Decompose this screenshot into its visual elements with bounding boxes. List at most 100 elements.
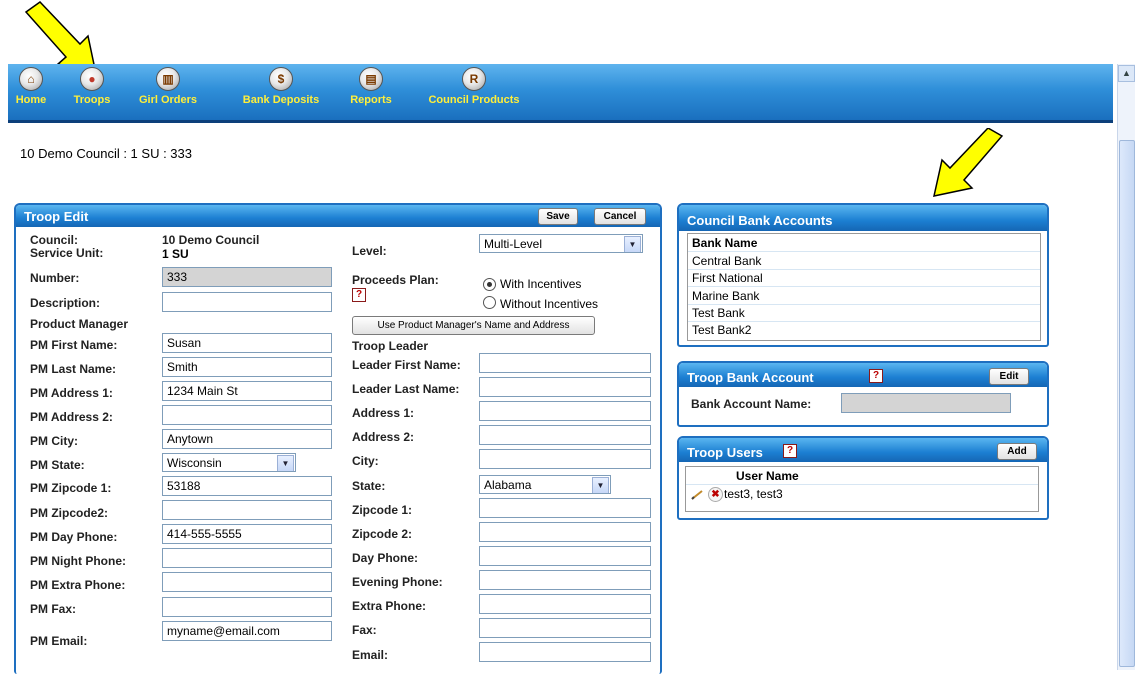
description-label: Description:: [30, 296, 101, 310]
list-item: First National: [692, 271, 763, 285]
bank-account-name-field[interactable]: [841, 393, 1011, 413]
day-phone-label: Day Phone:: [352, 551, 419, 565]
leader-last-name-field[interactable]: [479, 377, 651, 397]
address2-label: Address 2:: [352, 430, 415, 444]
pm-email-label: PM Email:: [30, 634, 88, 648]
delete-icon[interactable]: ✖: [708, 487, 723, 502]
dollar-icon: $: [269, 67, 293, 91]
chevron-down-icon[interactable]: ▼: [624, 236, 641, 252]
save-button[interactable]: Save: [538, 208, 578, 225]
home-icon: ⌂: [19, 67, 43, 91]
address1-label: Address 1:: [352, 406, 415, 420]
reports-icon: ▤: [359, 67, 383, 91]
edit-bank-button[interactable]: Edit: [989, 368, 1029, 385]
number-field[interactable]: 333: [162, 267, 332, 287]
nav-girl-orders[interactable]: ▥ Girl Orders: [136, 67, 200, 106]
description-field[interactable]: [162, 292, 332, 312]
troop-users-list: User Name ✖ test3, test3: [685, 466, 1039, 512]
pm-night-phone-field[interactable]: [162, 548, 332, 568]
chevron-down-icon[interactable]: ▼: [277, 455, 294, 471]
leader-first-name-field[interactable]: [479, 353, 651, 373]
pm-night-phone-label: PM Night Phone:: [30, 554, 126, 568]
zip2-field[interactable]: [479, 522, 651, 542]
bank-account-name-label: Bank Account Name:: [691, 397, 812, 411]
scroll-up-icon[interactable]: ▲: [1118, 65, 1135, 82]
pm-first-name-field[interactable]: Susan: [162, 333, 332, 353]
with-incentives-radio[interactable]: [483, 278, 496, 291]
row-divider: [688, 321, 1040, 322]
pm-address2-field[interactable]: [162, 405, 332, 425]
nav-council-products-label: Council Products: [428, 94, 520, 106]
email-label: Email:: [352, 648, 389, 662]
pm-state-select[interactable]: Wisconsin ▼: [162, 453, 296, 472]
evening-phone-label: Evening Phone:: [352, 575, 443, 589]
pm-last-name-field[interactable]: Smith: [162, 357, 332, 377]
pm-fax-field[interactable]: [162, 597, 332, 617]
nav-reports[interactable]: ▤ Reports: [345, 67, 397, 106]
user-name-header: User Name: [736, 469, 799, 483]
list-item: Test Bank: [692, 306, 745, 320]
fax-label: Fax:: [352, 623, 377, 637]
state-select[interactable]: Alabama ▼: [479, 475, 611, 494]
pm-extra-phone-label: PM Extra Phone:: [30, 578, 126, 592]
pm-address1-field[interactable]: 1234 Main St: [162, 381, 332, 401]
row-divider: [688, 286, 1040, 287]
add-user-button[interactable]: Add: [997, 443, 1037, 460]
pm-state-label: PM State:: [30, 458, 85, 472]
pm-last-name-label: PM Last Name:: [30, 362, 117, 376]
level-value: Multi-Level: [484, 237, 543, 251]
row-divider: [686, 484, 1038, 485]
nav-bank-deposits[interactable]: $ Bank Deposits: [233, 67, 329, 106]
basket-icon: ▥: [156, 67, 180, 91]
pencil-edit-icon[interactable]: [690, 487, 704, 501]
council-bank-accounts-panel: Council Bank Accounts Bank Name Central …: [677, 203, 1049, 347]
without-incentives-radio[interactable]: [483, 296, 496, 309]
help-icon[interactable]: ?: [783, 444, 797, 458]
pm-address2-label: PM Address 2:: [30, 410, 113, 424]
pm-city-field[interactable]: Anytown: [162, 429, 332, 449]
pm-extra-phone-field[interactable]: [162, 572, 332, 592]
extra-phone-field[interactable]: [479, 594, 651, 614]
council-bank-list: Bank Name Central Bank First National Ma…: [687, 233, 1041, 341]
product-icon: R: [462, 67, 486, 91]
level-select[interactable]: Multi-Level ▼: [479, 234, 643, 253]
pm-fax-label: PM Fax:: [30, 602, 77, 616]
nav-home-label: Home: [15, 94, 47, 106]
leader-last-name-label: Leader Last Name:: [352, 382, 460, 396]
pm-zip1-field[interactable]: 53188: [162, 476, 332, 496]
cancel-button[interactable]: Cancel: [594, 208, 646, 225]
product-manager-heading: Product Manager: [30, 317, 129, 331]
nav-troops-label: Troops: [73, 94, 111, 106]
address2-field[interactable]: [479, 425, 651, 445]
address1-field[interactable]: [479, 401, 651, 421]
nav-troops[interactable]: ● Troops: [70, 67, 114, 106]
evening-phone-field[interactable]: [479, 570, 651, 590]
troop-edit-title: Troop Edit: [24, 209, 89, 224]
pm-zip2-field[interactable]: [162, 500, 332, 520]
email-field[interactable]: [479, 642, 651, 662]
pm-first-name-label: PM First Name:: [30, 338, 118, 352]
pm-zip2-label: PM Zipcode2:: [30, 506, 109, 520]
zip1-label: Zipcode 1:: [352, 503, 413, 517]
use-product-manager-button[interactable]: Use Product Manager's Name and Address: [352, 316, 595, 335]
service-unit-label: Service Unit:: [30, 246, 104, 260]
city-field[interactable]: [479, 449, 651, 469]
day-phone-field[interactable]: [479, 546, 651, 566]
pm-address1-label: PM Address 1:: [30, 386, 113, 400]
pm-day-phone-field[interactable]: 414-555-5555: [162, 524, 332, 544]
fax-field[interactable]: [479, 618, 651, 638]
nav-home[interactable]: ⌂ Home: [14, 67, 48, 106]
zip1-field[interactable]: [479, 498, 651, 518]
help-icon[interactable]: ?: [352, 288, 366, 302]
help-icon[interactable]: ?: [869, 369, 883, 383]
list-item: Test Bank2: [692, 323, 752, 337]
top-nav-bar: ⌂ Home ● Troops ▥ Girl Orders $ Bank Dep…: [8, 64, 1113, 123]
list-item: Central Bank: [692, 254, 762, 268]
row-divider: [688, 269, 1040, 270]
nav-council-products[interactable]: R Council Products: [417, 67, 531, 106]
chevron-down-icon[interactable]: ▼: [592, 477, 609, 493]
nav-bank-deposits-label: Bank Deposits: [242, 94, 320, 106]
pm-email-field[interactable]: myname@email.com: [162, 621, 332, 641]
nav-girl-orders-label: Girl Orders: [138, 94, 198, 106]
scroll-thumb[interactable]: [1119, 140, 1135, 667]
